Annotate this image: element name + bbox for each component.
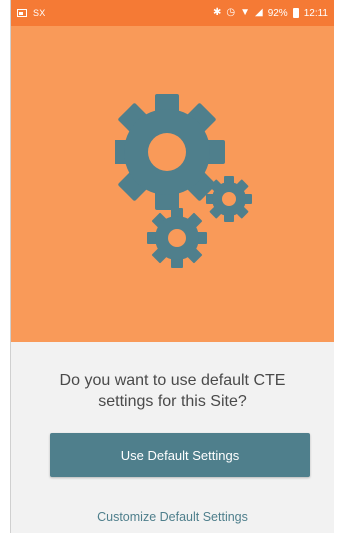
wifi-icon: ▼	[240, 7, 250, 18]
status-right: ✱ ◷ ▼ ◢ 92% 12:11	[213, 8, 328, 19]
medium-gear-icon	[147, 208, 207, 268]
alarm-icon: ◷	[226, 7, 236, 18]
battery-percent: 92%	[267, 7, 288, 19]
status-left: SX	[17, 8, 46, 18]
clock: 12:11	[303, 7, 328, 19]
hero-banner	[11, 26, 334, 342]
settings-question: Do you want to use default CTE settings …	[59, 372, 286, 410]
battery-icon	[292, 8, 299, 18]
bluetooth-icon: ✱	[212, 7, 222, 18]
carrier-label: SX	[33, 8, 46, 18]
signal-icon: ◢	[254, 7, 263, 18]
status-bar: SX ✱ ◷ ▼ ◢ 92% 12:11	[11, 0, 334, 26]
small-gear-icon	[206, 176, 252, 222]
customize-default-settings-link[interactable]: Customize Default Settings	[11, 510, 334, 524]
large-gear-icon	[115, 94, 225, 210]
app-screen: SX ✱ ◷ ▼ ◢ 92% 12:11 Do you want to use …	[10, 0, 334, 533]
use-default-settings-button[interactable]: Use Default Settings	[50, 433, 310, 477]
gears-icon	[115, 94, 252, 268]
image-icon	[17, 9, 27, 17]
